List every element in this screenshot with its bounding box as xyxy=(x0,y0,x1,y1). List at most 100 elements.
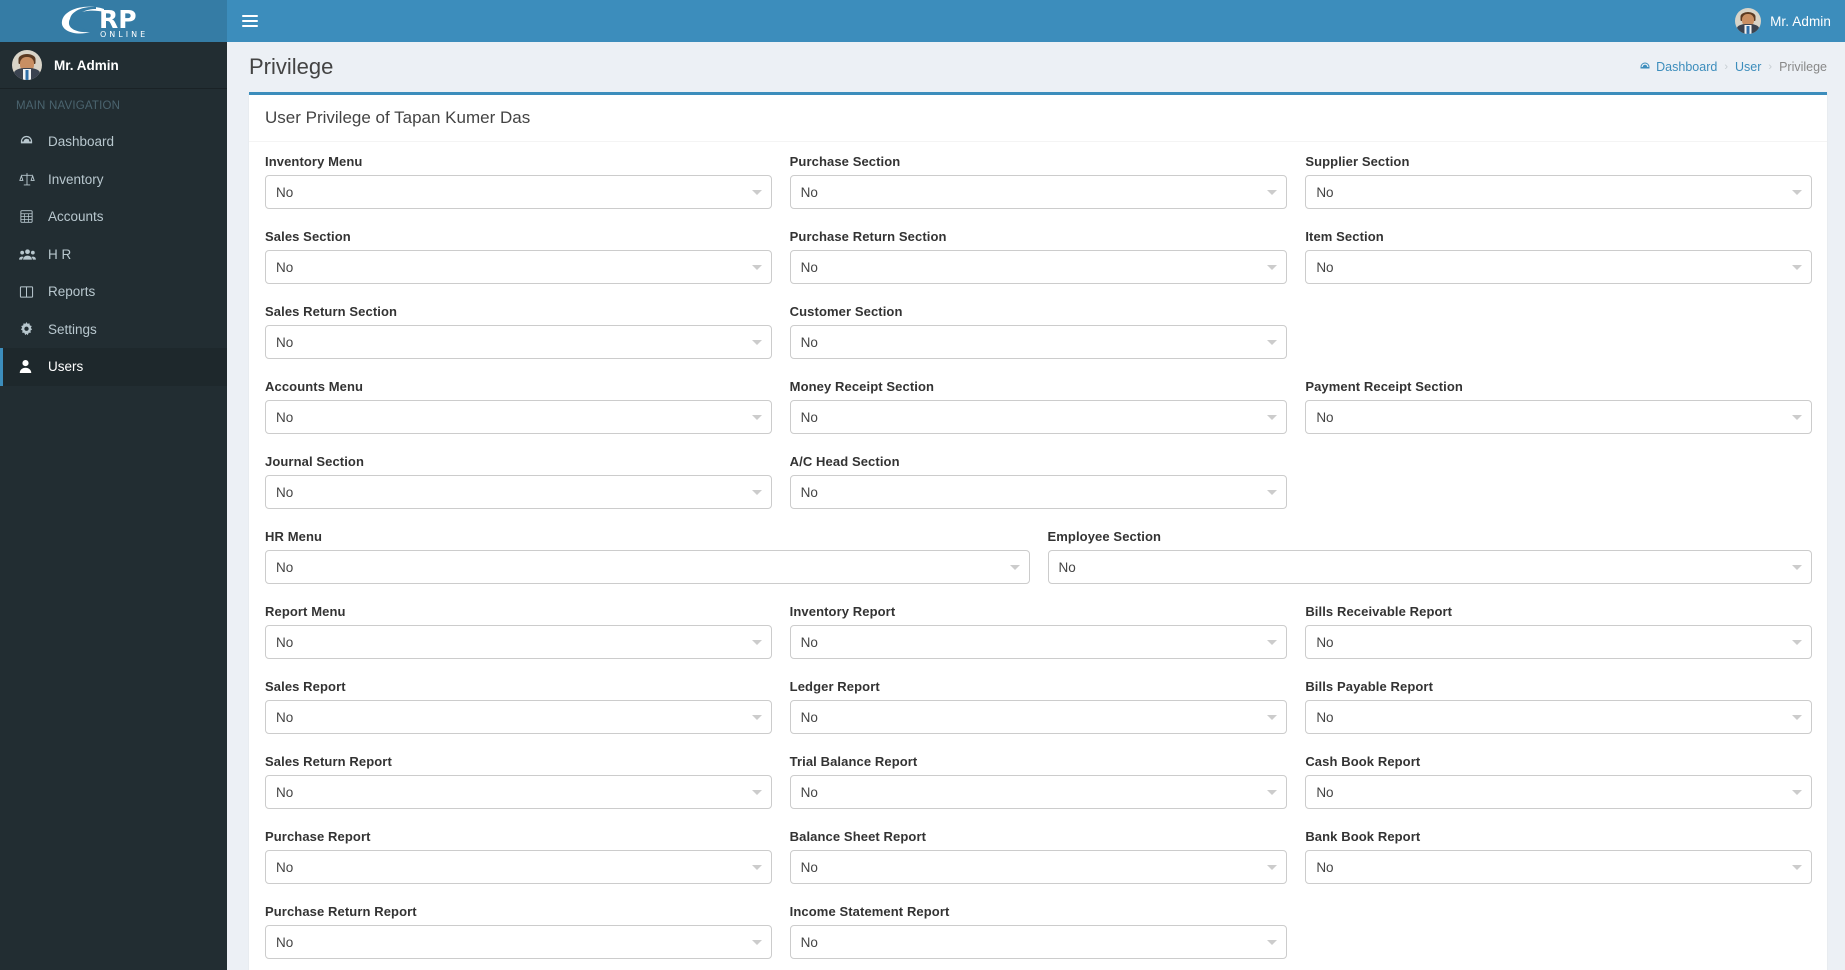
app-logo[interactable]: RP ONLINE xyxy=(0,0,227,42)
form-group: Inventory Report No xyxy=(789,604,1288,659)
privilege-select[interactable]: No xyxy=(789,175,1288,209)
form-row: Inventory Menu No Purchase Section No Suppli… xyxy=(265,154,1812,229)
privilege-select[interactable]: No xyxy=(265,400,772,434)
form-row: Sales Return Section No Customer Section No xyxy=(265,304,1812,379)
privilege-select[interactable]: No xyxy=(789,625,1288,659)
sidebar-item-dashboard[interactable]: Dashboard xyxy=(0,123,227,161)
privilege-select[interactable]: No xyxy=(1047,550,1812,584)
breadcrumb-item-dashboard[interactable]: Dashboard xyxy=(1639,60,1717,74)
privilege-select[interactable]: No xyxy=(1305,850,1812,884)
privilege-select[interactable]: No xyxy=(789,925,1288,959)
form-column: Purchase Section No xyxy=(781,154,1297,229)
privilege-select[interactable]: No xyxy=(265,550,1030,584)
privilege-select[interactable]: No xyxy=(789,325,1288,359)
chevron-down-icon xyxy=(751,415,762,420)
select-value: No xyxy=(800,334,818,350)
form-column: Ledger Report No xyxy=(781,679,1297,754)
privilege-select[interactable]: No xyxy=(265,175,772,209)
form-group: Cash Book Report No xyxy=(1305,754,1812,809)
sidebar-item-hr[interactable]: H R xyxy=(0,236,227,274)
select-value: No xyxy=(276,259,294,275)
form-column: Item Section No xyxy=(1296,229,1812,304)
form-column: Cash Book Report No xyxy=(1296,754,1812,829)
form-group: Purchase Section No xyxy=(789,154,1288,209)
chevron-down-icon xyxy=(1267,340,1278,345)
select-value: No xyxy=(276,934,294,950)
field-label: Employee Section xyxy=(1047,529,1162,544)
chevron-down-icon xyxy=(1267,940,1278,945)
privilege-select[interactable]: No xyxy=(265,250,772,284)
select-value: No xyxy=(276,484,294,500)
form-group: Sales Return Section No xyxy=(265,304,772,359)
form-group: Inventory Menu No xyxy=(265,154,772,209)
hamburger-icon xyxy=(242,12,258,30)
privilege-select[interactable]: No xyxy=(1305,175,1812,209)
privilege-select[interactable]: No xyxy=(265,475,772,509)
privilege-select[interactable]: No xyxy=(789,250,1288,284)
form-group: Item Section No xyxy=(1305,229,1812,284)
sidebar-item-label: Accounts xyxy=(48,209,104,225)
sidebar-user-panel[interactable]: Mr. Admin xyxy=(0,42,227,89)
select-value: No xyxy=(1316,409,1334,425)
privilege-select[interactable]: No xyxy=(789,850,1288,884)
privilege-select[interactable]: No xyxy=(265,850,772,884)
users-group-icon xyxy=(19,247,41,262)
field-label: Money Receipt Section xyxy=(789,379,935,394)
chevron-down-icon xyxy=(751,490,762,495)
form-group: Accounts Menu No xyxy=(265,379,772,434)
chevron-down-icon xyxy=(751,940,762,945)
form-row: Sales Return Report No Trial Balance Repor… xyxy=(265,754,1812,829)
chevron-down-icon xyxy=(751,715,762,720)
form-group: Purchase Return Section No xyxy=(789,229,1288,284)
page-title: Privilege xyxy=(249,54,334,79)
select-value: No xyxy=(800,934,818,950)
content-area: User Privilege of Tapan Kumer Das Invent… xyxy=(227,92,1845,970)
field-label: Sales Return Section xyxy=(265,304,398,319)
chevron-down-icon xyxy=(1791,865,1802,870)
form-group: A/C Head Section No xyxy=(789,454,1288,509)
sidebar-item-users[interactable]: Users xyxy=(0,348,227,386)
breadcrumb-label: Dashboard xyxy=(1656,60,1718,74)
form-column: Accounts Menu No xyxy=(265,379,781,454)
form-group: Sales Report No xyxy=(265,679,772,734)
chevron-down-icon xyxy=(751,865,762,870)
privilege-select[interactable]: No xyxy=(265,700,772,734)
chevron-down-icon xyxy=(751,190,762,195)
form-group: Bank Book Report No xyxy=(1305,829,1812,884)
privilege-select[interactable]: No xyxy=(789,775,1288,809)
form-group: Trial Balance Report No xyxy=(789,754,1288,809)
form-column: Purchase Return Report No xyxy=(265,904,781,970)
privilege-select[interactable]: No xyxy=(1305,775,1812,809)
form-column: Purchase Return Section No xyxy=(781,229,1297,304)
select-value: No xyxy=(800,634,818,650)
sidebar-item-inventory[interactable]: Inventory xyxy=(0,161,227,199)
form-row: Purchase Report No Balance Sheet Report No B… xyxy=(265,829,1812,904)
privilege-select[interactable]: No xyxy=(1305,625,1812,659)
form-column: Report Menu No xyxy=(265,604,781,679)
privilege-select[interactable]: No xyxy=(1305,700,1812,734)
user-menu[interactable]: Mr. Admin xyxy=(1735,8,1845,34)
chevron-down-icon xyxy=(1792,565,1802,570)
sidebar-item-reports[interactable]: Reports xyxy=(0,273,227,311)
privilege-select[interactable]: No xyxy=(265,325,772,359)
select-value: No xyxy=(276,784,294,800)
chevron-down-icon xyxy=(751,265,762,270)
form-group: Sales Return Report No xyxy=(265,754,772,809)
privilege-select[interactable]: No xyxy=(1305,400,1812,434)
select-value: No xyxy=(1316,859,1334,875)
select-value: No xyxy=(1316,184,1334,200)
form-column: Sales Report No xyxy=(265,679,781,754)
form-column: Trial Balance Report No xyxy=(781,754,1297,829)
sidebar-item-accounts[interactable]: Accounts xyxy=(0,198,227,236)
privilege-select[interactable]: No xyxy=(1305,250,1812,284)
sidebar-item-settings[interactable]: Settings xyxy=(0,311,227,349)
privilege-select[interactable]: No xyxy=(789,400,1288,434)
privilege-select[interactable]: No xyxy=(789,475,1288,509)
breadcrumb-item-user[interactable]: User xyxy=(1735,60,1761,74)
privilege-select[interactable]: No xyxy=(265,775,772,809)
privilege-select[interactable]: No xyxy=(789,700,1288,734)
privilege-select[interactable]: No xyxy=(265,925,772,959)
sidebar-toggle-button[interactable] xyxy=(227,0,273,42)
form-row: Report Menu No Inventory Report No Bills Rec… xyxy=(265,604,1812,679)
privilege-select[interactable]: No xyxy=(265,625,772,659)
